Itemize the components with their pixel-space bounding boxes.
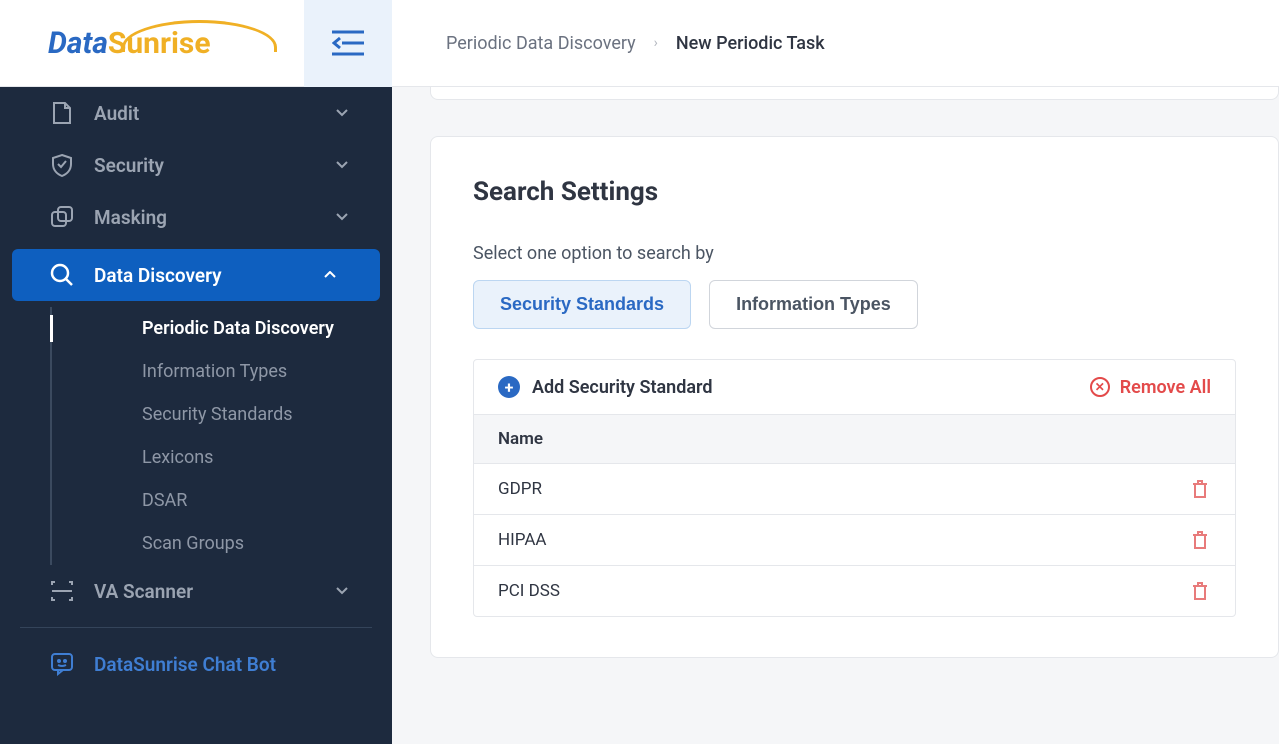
add-security-standard-button[interactable]: + Add Security Standard	[498, 376, 712, 398]
chatbot-icon	[50, 652, 74, 676]
sidebar-item-label: VA Scanner	[94, 580, 193, 603]
chevron-down-icon	[336, 213, 348, 221]
trash-icon	[1191, 530, 1209, 550]
nav-divider	[20, 627, 372, 628]
delete-row-button[interactable]	[1191, 530, 1211, 550]
menu-collapse-icon	[332, 30, 364, 56]
logo-data-text: Data	[48, 26, 108, 61]
scanner-icon	[50, 579, 74, 603]
sub-nav-label: Periodic Data Discovery	[142, 318, 334, 339]
sub-nav-label: DSAR	[142, 490, 187, 511]
file-icon	[50, 101, 74, 125]
sidebar-item-masking[interactable]: Masking	[0, 191, 392, 243]
sub-nav-label: Security Standards	[142, 404, 293, 425]
chevron-down-icon	[336, 161, 348, 169]
trash-icon	[1191, 479, 1209, 499]
breadcrumb-parent[interactable]: Periodic Data Discovery	[446, 33, 636, 54]
search-instruction: Select one option to search by	[473, 243, 1236, 264]
sidebar: Audit Security	[0, 87, 392, 744]
table-row: GDPR	[474, 464, 1235, 515]
tab-security-standards[interactable]: Security Standards	[473, 280, 691, 329]
breadcrumb-current: New Periodic Task	[676, 33, 825, 54]
sub-nav-scan-groups[interactable]: Scan Groups	[106, 522, 392, 565]
tab-label: Security Standards	[500, 294, 664, 314]
chevron-right-icon: ›	[654, 35, 658, 51]
delete-row-button[interactable]	[1191, 479, 1211, 499]
sub-nav-security-standards[interactable]: Security Standards	[106, 393, 392, 436]
sub-nav-periodic-data-discovery[interactable]: Periodic Data Discovery	[106, 307, 392, 350]
sidebar-item-label: DataSunrise Chat Bot	[94, 653, 276, 676]
sidebar-item-label: Data Discovery	[94, 264, 222, 287]
tab-information-types[interactable]: Information Types	[709, 280, 918, 329]
row-name: PCI DSS	[498, 581, 560, 601]
logo[interactable]: DataSunrise	[48, 26, 211, 61]
sub-nav-dsar[interactable]: DSAR	[106, 479, 392, 522]
sub-nav-label: Information Types	[142, 361, 287, 382]
shield-icon	[50, 153, 74, 177]
sidebar-item-audit[interactable]: Audit	[0, 87, 392, 139]
remove-all-button[interactable]: ✕ Remove All	[1090, 377, 1211, 398]
main-content: Search Settings Select one option to sea…	[392, 87, 1279, 744]
chevron-down-icon	[336, 109, 348, 117]
row-name: GDPR	[498, 479, 542, 499]
logo-sunrise-text: Sunrise	[108, 26, 211, 61]
sub-nav-label: Scan Groups	[142, 533, 244, 554]
column-header-name: Name	[498, 429, 543, 449]
table-row: HIPAA	[474, 515, 1235, 566]
search-icon	[50, 263, 74, 287]
header: DataSunrise Periodic Data Discovery › Ne…	[0, 0, 1279, 87]
table-toolbar: + Add Security Standard ✕ Remove All	[474, 360, 1235, 415]
sidebar-item-label: Audit	[94, 102, 139, 125]
search-settings-card: Search Settings Select one option to sea…	[430, 136, 1279, 658]
sub-nav-label: Lexicons	[142, 447, 213, 468]
breadcrumb: Periodic Data Discovery › New Periodic T…	[446, 33, 825, 54]
standards-table: + Add Security Standard ✕ Remove All Nam…	[473, 359, 1236, 617]
table-header: Name	[474, 415, 1235, 464]
sidebar-item-security[interactable]: Security	[0, 139, 392, 191]
table-row: PCI DSS	[474, 566, 1235, 616]
plus-circle-icon: +	[498, 376, 520, 398]
remove-circle-icon: ✕	[1090, 377, 1110, 397]
previous-card-edge	[430, 87, 1279, 100]
sidebar-item-label: Masking	[94, 206, 167, 229]
sidebar-item-label: Security	[94, 154, 164, 177]
menu-toggle-button[interactable]	[304, 0, 392, 87]
sidebar-item-data-discovery[interactable]: Data Discovery	[12, 249, 380, 301]
logo-area: DataSunrise	[0, 0, 304, 87]
chevron-up-icon	[324, 271, 336, 279]
sub-nav-lexicons[interactable]: Lexicons	[106, 436, 392, 479]
row-name: HIPAA	[498, 530, 547, 550]
masking-icon	[50, 205, 74, 229]
sub-nav: Periodic Data Discovery Information Type…	[50, 307, 392, 565]
sub-nav-information-types[interactable]: Information Types	[106, 350, 392, 393]
sidebar-item-chatbot[interactable]: DataSunrise Chat Bot	[0, 638, 392, 690]
remove-all-label: Remove All	[1120, 377, 1211, 398]
chevron-down-icon	[336, 587, 348, 595]
delete-row-button[interactable]	[1191, 581, 1211, 601]
sidebar-item-va-scanner[interactable]: VA Scanner	[0, 565, 392, 617]
add-button-label: Add Security Standard	[532, 377, 712, 398]
tab-label: Information Types	[736, 294, 891, 314]
card-title: Search Settings	[473, 177, 1236, 207]
tab-group: Security Standards Information Types	[473, 280, 1236, 329]
trash-icon	[1191, 581, 1209, 601]
